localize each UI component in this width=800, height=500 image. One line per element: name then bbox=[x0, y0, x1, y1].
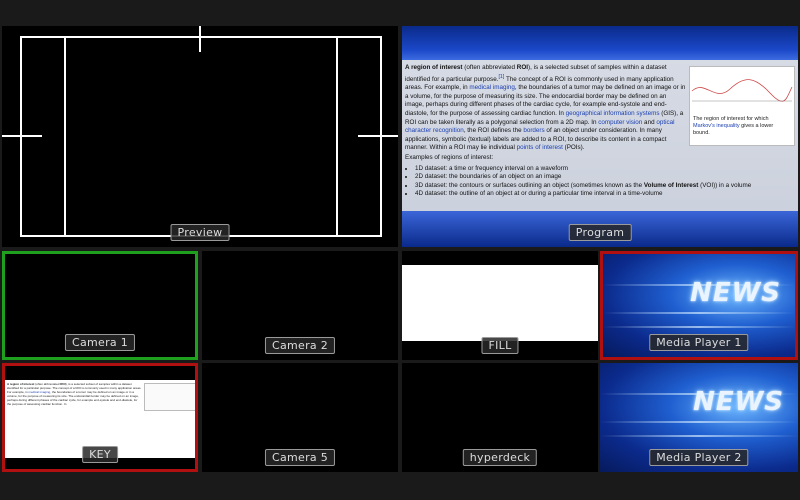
camera-2-source[interactable]: Camera 2 bbox=[202, 251, 398, 360]
media-player-2-label: Media Player 2 bbox=[649, 449, 749, 466]
preview-monitor[interactable]: Preview bbox=[2, 26, 398, 247]
camera-5-source[interactable]: Camera 5 bbox=[202, 363, 398, 472]
camera-1-source[interactable]: Camera 1 bbox=[2, 251, 198, 360]
key-label: KEY bbox=[82, 446, 118, 463]
wiki-examples: Examples of regions of interest: 1D data… bbox=[405, 154, 795, 199]
media-player-2-source[interactable]: NEWS Media Player 2 bbox=[600, 363, 798, 472]
hyperdeck-source[interactable]: hyperdeck bbox=[402, 363, 598, 472]
preview-label: Preview bbox=[170, 224, 230, 241]
wiki-page-content: The region of interest for which Markov'… bbox=[402, 26, 798, 247]
media-player-1-label: Media Player 1 bbox=[649, 334, 749, 351]
program-label: Program bbox=[568, 224, 632, 241]
wiki-figure: The region of interest for which Markov'… bbox=[689, 66, 795, 146]
camera-5-label: Camera 5 bbox=[264, 449, 336, 466]
key-source[interactable]: A region of interest (often abbreviated … bbox=[2, 363, 198, 472]
hyperdeck-label: hyperdeck bbox=[462, 449, 538, 466]
camera-2-label: Camera 2 bbox=[264, 337, 336, 354]
program-monitor[interactable]: The region of interest for which Markov'… bbox=[402, 26, 798, 247]
fill-label: FILL bbox=[481, 337, 519, 354]
media-player-1-source[interactable]: NEWS Media Player 1 bbox=[600, 251, 798, 360]
camera-1-label: Camera 1 bbox=[64, 334, 136, 351]
wiki-article-text: A region of interest (often abbreviated … bbox=[405, 64, 686, 152]
fill-source[interactable]: FILL bbox=[402, 251, 598, 360]
